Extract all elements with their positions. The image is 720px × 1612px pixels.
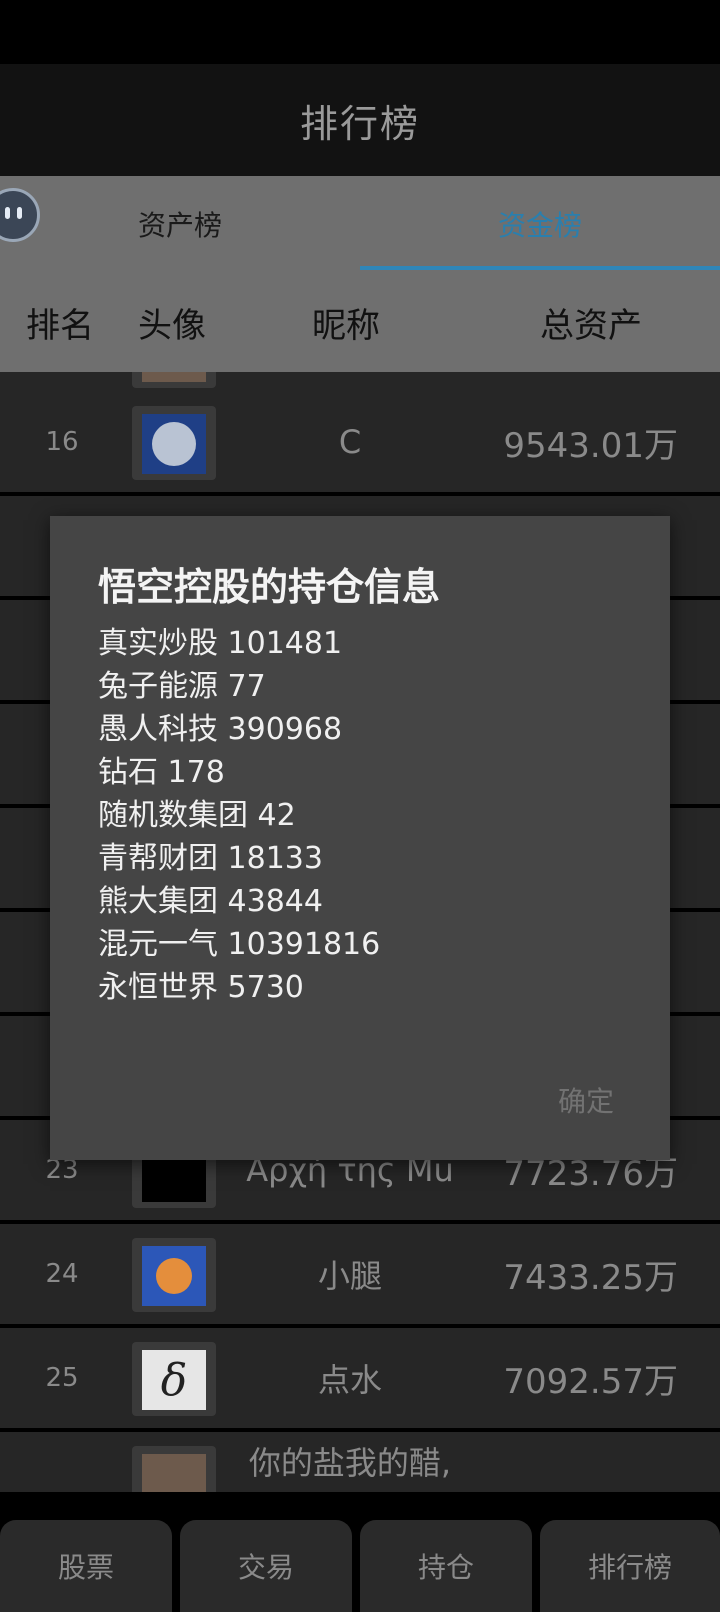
table-row[interactable]: 24 小腿 7433.25万 xyxy=(0,1224,720,1324)
holding-item: 青帮财团 18133 xyxy=(98,841,323,876)
holding-item: 兔子能源 77 xyxy=(98,669,266,704)
table-row[interactable]: 25 δ 点水 7092.57万 xyxy=(0,1328,720,1428)
row-nickname: C xyxy=(338,423,362,461)
avatar xyxy=(132,1446,216,1492)
avatar xyxy=(132,372,216,388)
row-rank: 24 xyxy=(45,1259,79,1289)
table-header: 排名 头像 昵称 总资产 xyxy=(0,272,720,372)
status-bar xyxy=(0,0,720,64)
row-rank: 25 xyxy=(45,1363,79,1393)
row-rank: 16 xyxy=(45,427,79,457)
header-rank: 排名 xyxy=(26,305,94,346)
avatar xyxy=(132,406,216,480)
holdings-dialog: 悟空控股的持仓信息 真实炒股 101481 兔子能源 77 愚人科技 39096… xyxy=(50,516,670,1160)
holding-item: 愚人科技 390968 xyxy=(98,712,343,747)
header-avatar: 头像 xyxy=(138,305,206,346)
delta-avatar-icon: δ xyxy=(142,1350,206,1410)
row-nickname: 小腿 xyxy=(317,1257,382,1295)
row-nickname: 你的盐我的醋, xyxy=(248,1444,452,1482)
holding-item: 混元一气 10391816 xyxy=(98,927,381,962)
header-nickname: 昵称 xyxy=(312,305,380,346)
row-total: 9543.01万 xyxy=(503,425,678,466)
nav-holdings[interactable]: 持仓 xyxy=(360,1520,532,1612)
floating-avatar-icon[interactable] xyxy=(0,188,40,242)
robot-avatar-icon xyxy=(142,414,206,474)
row-rank: 26 xyxy=(20,1432,104,1492)
bottom-nav: 股票 交易 持仓 排行榜 xyxy=(0,1492,720,1612)
table-row[interactable]: 26 你的盐我的醋, 6741.75万 xyxy=(0,1432,720,1492)
tab-assets[interactable]: 资产榜 xyxy=(40,176,320,272)
holding-item: 真实炒股 101481 xyxy=(98,626,343,661)
holding-item: 钻石 178 xyxy=(98,755,225,790)
avatar: δ xyxy=(132,1342,216,1416)
row-total: 7092.57万 xyxy=(503,1361,678,1402)
header-total: 总资产 xyxy=(540,305,642,346)
holding-item: 熊大集团 43844 xyxy=(98,884,323,919)
row-total: 6741.75万 xyxy=(470,1432,678,1492)
avatar xyxy=(132,1238,216,1312)
holding-item: 随机数集团 42 xyxy=(98,798,296,833)
nav-ranking[interactable]: 排行榜 xyxy=(540,1520,720,1612)
confirm-button[interactable]: 确定 xyxy=(558,1080,614,1120)
row-nickname: 点水 xyxy=(317,1361,382,1399)
tab-bar: 资产榜 资金榜 xyxy=(0,176,720,272)
nav-trade[interactable]: 交易 xyxy=(180,1520,352,1612)
nav-stocks[interactable]: 股票 xyxy=(0,1520,172,1612)
holdings-list: 真实炒股 101481 兔子能源 77 愚人科技 390968 钻石 178 随… xyxy=(98,622,380,1009)
tab-indicator xyxy=(360,266,720,270)
holding-item: 永恒世界 5730 xyxy=(98,970,304,1005)
row-total: 7433.25万 xyxy=(503,1257,678,1298)
person-avatar-icon xyxy=(142,1454,206,1492)
tab-funds[interactable]: 资金榜 xyxy=(360,176,720,272)
dialog-title: 悟空控股的持仓信息 xyxy=(98,565,441,609)
table-row[interactable]: 16 C 9543.01万 xyxy=(0,392,720,492)
app-bar: 排行榜 xyxy=(0,64,720,176)
shiba-astronaut-avatar-icon xyxy=(142,1246,206,1306)
person-avatar-icon xyxy=(142,372,206,382)
page-title: 排行榜 xyxy=(299,101,420,146)
